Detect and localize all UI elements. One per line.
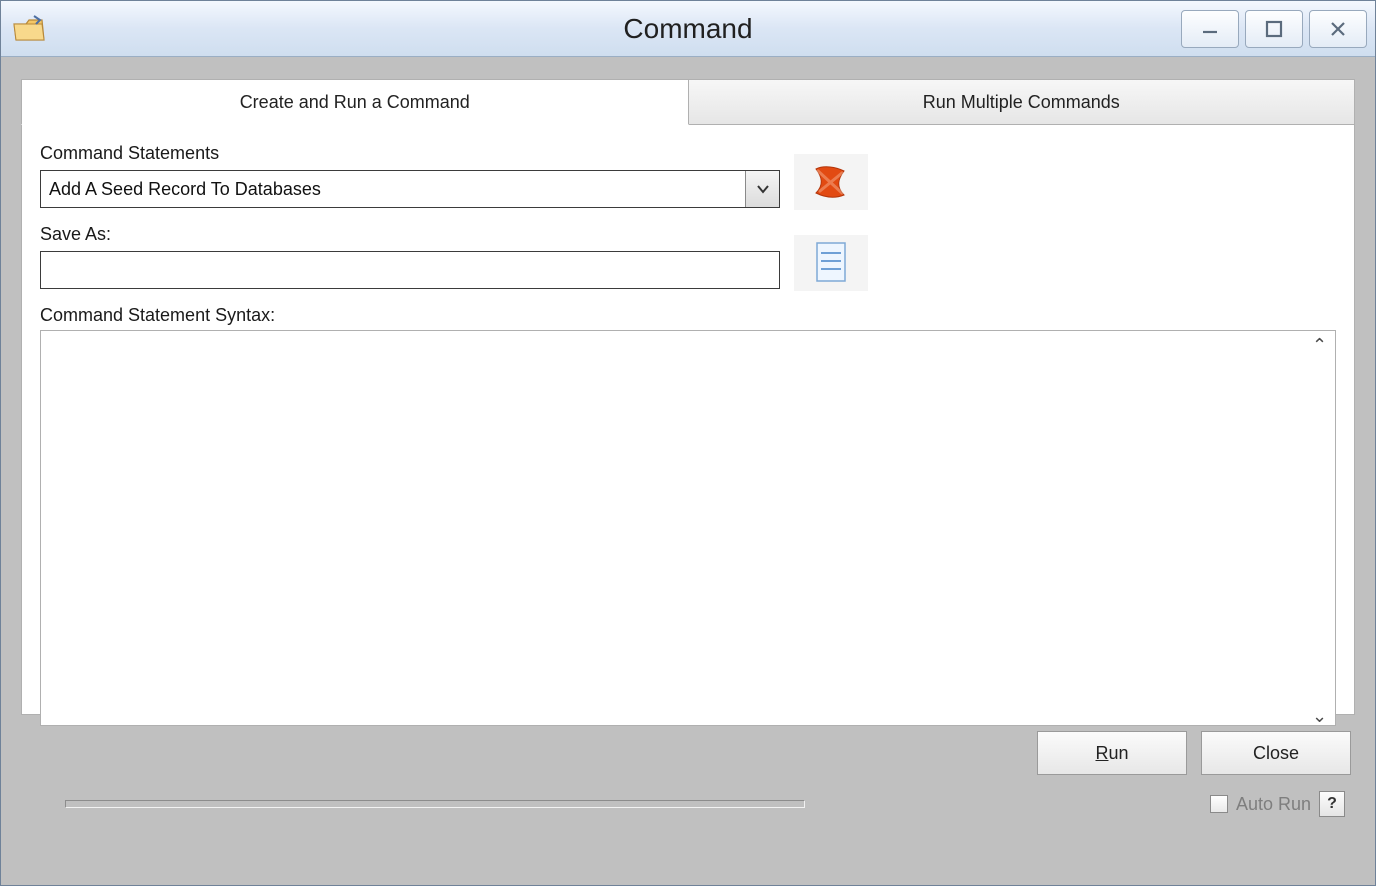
- run-button[interactable]: Run: [1037, 731, 1187, 775]
- maximize-button[interactable]: [1245, 10, 1303, 48]
- syntax-label: Command Statement Syntax:: [40, 305, 1336, 326]
- save-as-label: Save As:: [40, 224, 1336, 245]
- folder-tools-icon: [11, 11, 47, 47]
- command-statements-label: Command Statements: [40, 143, 1336, 164]
- save-button[interactable]: [794, 235, 868, 291]
- status-bar: Auto Run ?: [21, 777, 1355, 831]
- status-progress-groove: [65, 800, 805, 808]
- window-controls: [1181, 10, 1375, 48]
- delete-statement-button[interactable]: [794, 154, 868, 210]
- save-as-input[interactable]: [40, 251, 780, 289]
- command-statements-combo[interactable]: Add A Seed Record To Databases: [40, 170, 780, 208]
- auto-run-label: Auto Run: [1236, 794, 1311, 815]
- delete-x-icon: [808, 161, 854, 203]
- tab-run-multiple[interactable]: Run Multiple Commands: [689, 79, 1356, 125]
- save-doc-icon: [811, 239, 851, 287]
- tab-strip: Create and Run a Command Run Multiple Co…: [21, 79, 1355, 125]
- window-title: Command: [1, 13, 1375, 45]
- close-window-button[interactable]: [1309, 10, 1367, 48]
- syntax-textarea[interactable]: [40, 330, 1336, 726]
- command-statements-value[interactable]: Add A Seed Record To Databases: [41, 171, 745, 207]
- command-window: Command Create and Run a Command Run Mul…: [0, 0, 1376, 886]
- close-button[interactable]: Close: [1201, 731, 1351, 775]
- auto-run-checkbox[interactable]: [1210, 795, 1228, 813]
- chevron-down-icon[interactable]: [745, 171, 779, 207]
- help-button[interactable]: ?: [1319, 791, 1345, 817]
- tab-create-run[interactable]: Create and Run a Command: [21, 79, 689, 125]
- tab-panel-create: Command Statements Add A Seed Record To …: [21, 125, 1355, 715]
- client-area: Create and Run a Command Run Multiple Co…: [1, 57, 1375, 885]
- titlebar: Command: [1, 1, 1375, 57]
- minimize-button[interactable]: [1181, 10, 1239, 48]
